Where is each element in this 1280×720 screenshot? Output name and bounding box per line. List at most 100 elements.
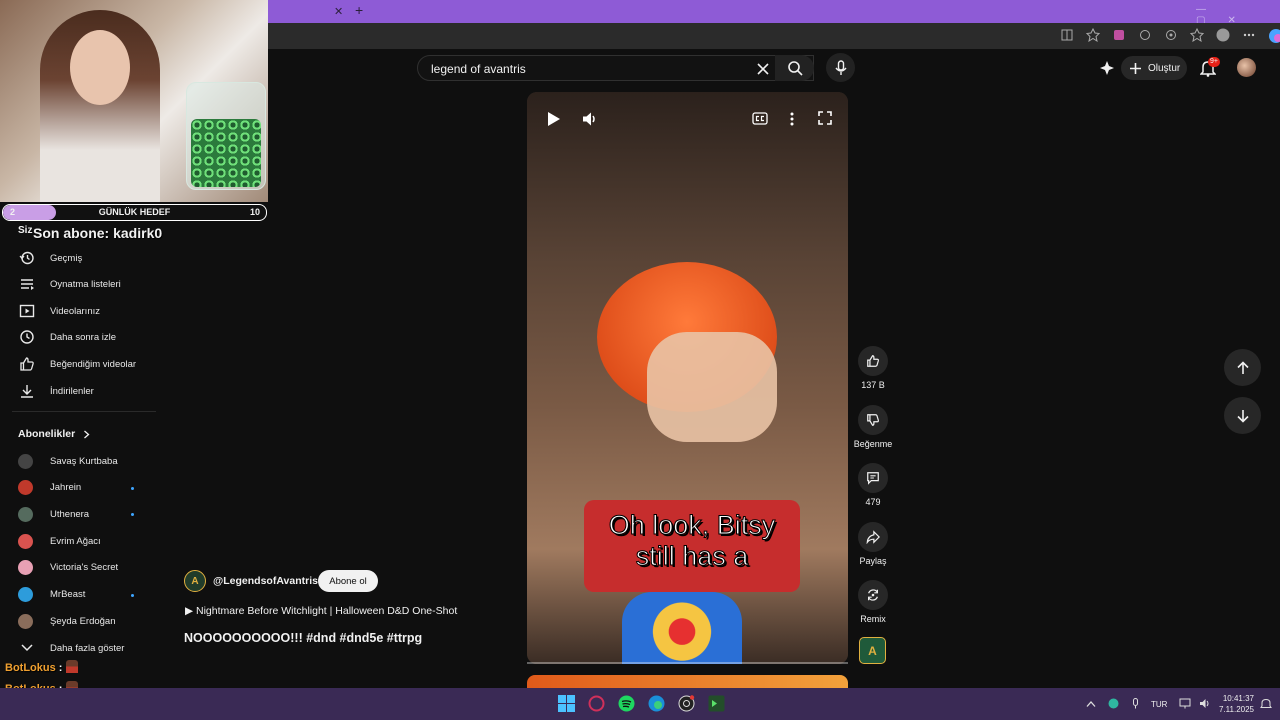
clock-date: 7.11.2025 [1219, 705, 1254, 714]
extension-icon[interactable] [1112, 28, 1126, 42]
refresh-icon[interactable] [1138, 28, 1152, 42]
dislike-label: Beğenme [853, 439, 893, 449]
sidebar-item-label: Oynatma listeleri [50, 278, 121, 290]
channel-avatar [18, 560, 33, 576]
related-video-link[interactable]: ▶ Nightmare Before Witchlight | Hallowee… [185, 605, 457, 617]
subscription-label: Savaş Kurtbaba [50, 455, 118, 467]
remix-button[interactable]: Remix [852, 580, 894, 624]
comment-icon [858, 463, 888, 493]
thumbs-down-icon [858, 405, 888, 435]
subscription-item[interactable]: Şeyda Erdoğan [18, 610, 148, 632]
favorite-icon[interactable] [1086, 28, 1100, 42]
subscription-item[interactable]: Jahrein [18, 477, 148, 499]
dislike-button[interactable]: Beğenme [852, 405, 894, 449]
sidebar-item-watch-later[interactable]: Daha sonra izle [18, 326, 148, 348]
subscription-item[interactable]: Evrim Ağacı [18, 530, 148, 552]
next-short-preview[interactable] [527, 675, 848, 688]
new-tab-button[interactable]: + [355, 3, 363, 17]
collections-icon[interactable] [1190, 28, 1204, 42]
channel-avatar [18, 480, 33, 496]
captions-icon[interactable] [752, 112, 768, 125]
audio-source-thumbnail[interactable]: A [859, 637, 886, 664]
channel-avatar [18, 453, 33, 469]
show-more-button[interactable]: Daha fazla göster [18, 637, 148, 659]
notifications-button[interactable]: 9+ [1200, 57, 1220, 77]
clock[interactable]: 10:41:37 7.11.2025 [1214, 693, 1254, 715]
volume-icon[interactable] [582, 111, 598, 127]
sidebar-item-downloads[interactable]: İndirilenler [18, 380, 148, 402]
fullscreen-icon[interactable] [818, 111, 832, 125]
create-button[interactable]: Oluştur [1121, 56, 1187, 80]
edge-icon[interactable] [648, 695, 665, 712]
notification-badge: 9+ [1208, 57, 1220, 67]
windows-start-icon[interactable] [558, 695, 575, 712]
split-icon[interactable] [1060, 28, 1074, 42]
subscription-item[interactable]: MrBeast [18, 584, 148, 606]
channel-avatar [18, 587, 33, 602]
subscription-label: MrBeast [50, 589, 86, 600]
subscription-item[interactable]: Savaş Kurtbaba [18, 450, 148, 472]
channel-name[interactable]: @LegendsofAvantris [213, 575, 318, 587]
browser-toolbar-icons[interactable] [1060, 28, 1280, 44]
channel-avatar [18, 506, 33, 522]
sidebar-item-label: İndirilenler [50, 385, 94, 397]
tab-close-icon[interactable]: ✕ [334, 5, 343, 19]
subscriptions-header[interactable]: Abonelikler [18, 428, 90, 440]
history-icon [18, 249, 36, 267]
sidebar-section-title-you: Siz [18, 225, 33, 236]
clear-search-icon[interactable] [756, 62, 770, 76]
copilot-icon[interactable] [1164, 28, 1178, 42]
network-volume-battery[interactable] [1179, 698, 1211, 709]
system-tray[interactable] [1086, 698, 1140, 709]
spotify-icon[interactable] [618, 695, 635, 712]
app-icon[interactable] [588, 695, 605, 712]
comment-count: 479 [865, 497, 881, 507]
chevron-up-icon[interactable] [1086, 700, 1096, 708]
webcam-face [70, 30, 130, 105]
previous-short-button[interactable] [1224, 349, 1261, 386]
notification-center-icon[interactable] [1260, 698, 1272, 710]
new-content-dot [131, 513, 134, 517]
subscription-item[interactable]: Uthenera [18, 503, 148, 525]
gemini-icon[interactable] [1099, 60, 1115, 76]
obs-icon[interactable] [678, 695, 695, 712]
comments-button[interactable]: 479 [852, 463, 894, 507]
account-avatar[interactable] [1237, 58, 1256, 77]
input-language[interactable]: TUR [1151, 700, 1167, 709]
copilot-logo-icon[interactable] [1268, 28, 1280, 44]
caption-box: Oh look, Bitsy still has a [584, 500, 800, 592]
sidebar-item-your-videos[interactable]: Videolarınız [18, 300, 148, 322]
plus-icon [1130, 62, 1141, 74]
clown-sticker [622, 592, 742, 664]
arrow-down-icon [1236, 409, 1249, 423]
shorts-player[interactable]: Oh look, Bitsy still has a [527, 92, 848, 664]
subscription-item[interactable]: Victoria's Secret [18, 557, 148, 579]
channel-avatar[interactable]: A [184, 570, 206, 592]
more-vertical-icon[interactable] [789, 111, 795, 127]
sidebar-item-history[interactable]: Geçmiş [18, 247, 148, 269]
short-title: NOOOOOOOOOO!!! #dnd #dnd5e #ttrpg [184, 631, 423, 645]
chat-username: BotLokus [5, 662, 56, 674]
create-label: Oluştur [1148, 62, 1181, 74]
tray-app-icon[interactable] [1108, 698, 1119, 709]
sidebar-item-label: Videolarınız [50, 305, 100, 317]
play-icon[interactable] [547, 111, 561, 127]
sidebar-item-liked[interactable]: Beğendiğim videolar [18, 353, 148, 375]
microphone-icon[interactable] [1131, 698, 1140, 709]
voice-search-button[interactable] [826, 53, 855, 82]
video-progress-track[interactable] [527, 662, 848, 664]
more-options-icon[interactable] [1242, 28, 1256, 42]
search-button[interactable] [775, 55, 814, 81]
share-button[interactable]: Paylaş [852, 522, 894, 566]
subscribe-button[interactable]: Abone ol [318, 570, 378, 592]
emote-icon [66, 660, 79, 673]
subscription-label: Victoria's Secret [50, 562, 119, 574]
clover-fill [191, 119, 261, 187]
next-short-button[interactable] [1224, 397, 1261, 434]
profile-icon[interactable] [1216, 28, 1230, 42]
terminal-icon[interactable] [708, 695, 725, 712]
search-input[interactable]: legend of avantris [417, 55, 814, 81]
sidebar-item-playlists[interactable]: Oynatma listeleri [18, 273, 148, 295]
arrow-up-icon [1236, 360, 1249, 374]
like-button[interactable]: 137 B [852, 346, 894, 390]
